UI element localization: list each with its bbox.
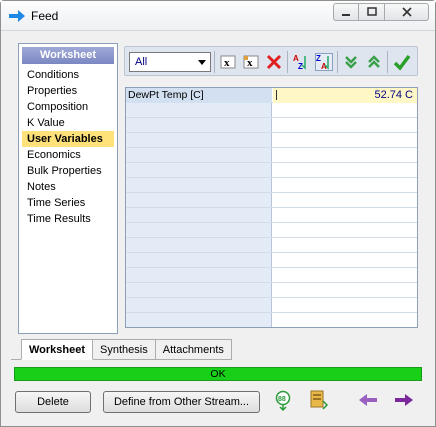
title-bar: Feed [1, 1, 435, 31]
worksheet-tabs: Worksheet Synthesis Attachments [11, 339, 232, 360]
delete-button[interactable]: Delete [15, 391, 91, 413]
table-row[interactable] [126, 313, 417, 327]
toolbar-divider [214, 51, 215, 73]
worksheet-nav: Worksheet Conditions Properties Composit… [18, 43, 118, 334]
stream-arrow-icon [9, 10, 25, 25]
minimize-button[interactable] [333, 3, 359, 21]
maximize-button[interactable] [359, 3, 385, 21]
move-up-icon [368, 55, 380, 68]
sort-ascending-button[interactable]: AZ [290, 51, 312, 73]
table-row[interactable] [126, 193, 417, 208]
move-down-button[interactable] [340, 51, 362, 73]
table-row[interactable] [126, 283, 417, 298]
arrow-right-icon [395, 394, 413, 406]
delete-all-x-icon: x [243, 55, 259, 69]
nav-item-time-series[interactable]: Time Series [22, 195, 114, 211]
feed-window: Feed Worksheet Conditions Properties Com… [0, 0, 436, 427]
sort-za-icon: ZA [315, 53, 333, 71]
table-row[interactable] [126, 223, 417, 238]
table-row[interactable] [126, 148, 417, 163]
variable-label: DewPt Temp [C] [128, 89, 204, 101]
sort-az-icon: AZ [293, 54, 306, 71]
minimize-icon [342, 14, 350, 16]
svg-text:Z: Z [298, 62, 303, 71]
table-row[interactable] [126, 298, 417, 313]
next-stream-button[interactable] [392, 388, 416, 412]
table-row[interactable] [126, 178, 417, 193]
table-row[interactable] [126, 163, 417, 178]
table-row[interactable] [126, 208, 417, 223]
define-from-other-stream-button[interactable]: Define from Other Stream... [103, 391, 260, 413]
accept-button[interactable] [391, 51, 413, 73]
user-variables-grid: DewPt Temp [C] 52.74 C [125, 87, 418, 328]
stream-analysis-button[interactable]: 88 [271, 389, 295, 413]
variable-value-cell[interactable]: 52.74 C [273, 88, 417, 103]
text-cursor [276, 90, 277, 100]
tab-attachments[interactable]: Attachments [155, 339, 232, 360]
table-row[interactable] [126, 268, 417, 283]
remove-button[interactable] [263, 51, 285, 73]
stream-database-icon [310, 390, 329, 410]
delete-x-button[interactable]: x [217, 51, 239, 73]
stream-analysis-icon: 88 [275, 390, 291, 412]
stream-database-button[interactable] [307, 388, 331, 412]
table-row[interactable] [126, 103, 417, 118]
svg-text:88: 88 [278, 396, 286, 403]
toolbar-divider [287, 51, 288, 73]
nav-item-bulk-properties[interactable]: Bulk Properties [22, 163, 114, 179]
nav-item-composition[interactable]: Composition [22, 99, 114, 115]
status-bar: OK [14, 367, 422, 381]
filter-dropdown[interactable]: All [129, 52, 211, 72]
chevron-down-icon [198, 60, 206, 65]
tab-synthesis[interactable]: Synthesis [93, 339, 156, 360]
table-row[interactable] [126, 253, 417, 268]
toolbar-divider [387, 51, 388, 73]
maximize-icon [366, 7, 377, 16]
close-button[interactable] [385, 3, 429, 21]
delete-all-x-button[interactable]: x [240, 51, 262, 73]
red-cross-icon [266, 54, 282, 70]
nav-item-notes[interactable]: Notes [22, 179, 114, 195]
tab-worksheet[interactable]: Worksheet [21, 339, 94, 360]
tab-spacer [11, 339, 21, 360]
filter-dropdown-value: All [135, 56, 148, 68]
nav-item-time-results[interactable]: Time Results [22, 211, 114, 227]
delete-x-icon: x [220, 55, 236, 69]
window-controls [333, 3, 429, 21]
table-row[interactable] [126, 133, 417, 148]
user-variables-toolbar: All x x AZ ZA [124, 46, 418, 76]
sort-descending-button[interactable]: ZA [313, 51, 335, 73]
svg-text:x: x [224, 57, 230, 69]
table-row[interactable] [126, 118, 417, 133]
move-up-button[interactable] [363, 51, 385, 73]
nav-item-properties[interactable]: Properties [22, 83, 114, 99]
table-row[interactable]: DewPt Temp [C] 52.74 C [126, 88, 417, 103]
table-row[interactable] [126, 238, 417, 253]
checkmark-icon [393, 54, 411, 71]
variable-value: 52.74 C [374, 89, 413, 101]
arrow-left-icon [359, 394, 377, 406]
nav-item-economics[interactable]: Economics [22, 147, 114, 163]
nav-item-user-variables[interactable]: User Variables [22, 131, 114, 147]
nav-header: Worksheet [22, 47, 114, 64]
nav-item-conditions[interactable]: Conditions [22, 67, 114, 83]
move-down-icon [345, 56, 357, 69]
close-icon [401, 7, 412, 17]
nav-item-k-value[interactable]: K Value [22, 115, 114, 131]
toolbar-divider [337, 51, 338, 73]
window-title: Feed [31, 9, 59, 23]
previous-stream-button[interactable] [356, 388, 380, 412]
